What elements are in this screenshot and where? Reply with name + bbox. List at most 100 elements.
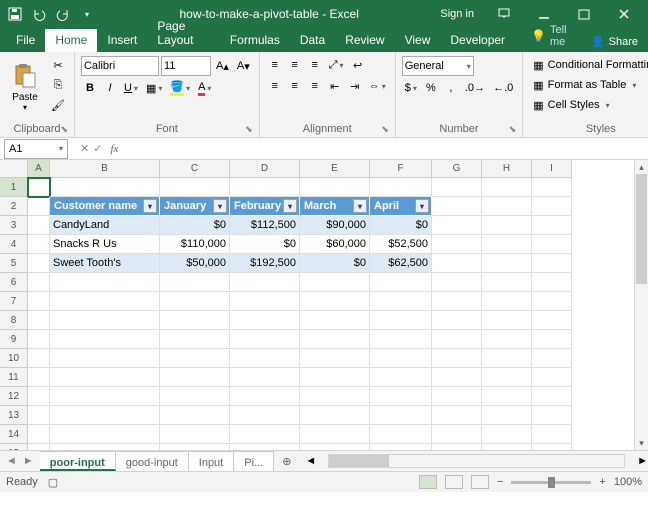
cell[interactable] <box>432 444 482 450</box>
cell[interactable] <box>300 387 370 406</box>
align-left-icon[interactable]: ≡ <box>266 77 284 95</box>
cell[interactable] <box>432 330 482 349</box>
cell[interactable] <box>160 330 230 349</box>
increase-indent-icon[interactable]: ⇥ <box>346 77 364 95</box>
cell[interactable] <box>28 349 50 368</box>
cell[interactable] <box>28 273 50 292</box>
cell-value[interactable]: $0 <box>160 216 230 235</box>
formula-input[interactable] <box>124 139 648 159</box>
cell[interactable] <box>160 273 230 292</box>
increase-decimal-icon[interactable]: .0→ <box>462 79 488 97</box>
cell[interactable] <box>482 178 532 197</box>
cell[interactable] <box>370 292 432 311</box>
row-header-6[interactable]: 6 <box>0 273 28 292</box>
share-button[interactable]: 👤 Share <box>581 31 648 52</box>
cell-value[interactable]: $52,500 <box>370 235 432 254</box>
cell[interactable] <box>370 178 432 197</box>
redo-icon[interactable] <box>52 3 74 25</box>
cell-customer[interactable]: Snacks R Us <box>50 235 160 254</box>
row-header-8[interactable]: 8 <box>0 311 28 330</box>
cell[interactable] <box>370 444 432 450</box>
zoom-out-button[interactable]: − <box>497 476 503 488</box>
cell[interactable] <box>160 425 230 444</box>
column-header-I[interactable]: I <box>532 160 572 178</box>
table-header-customer-name[interactable]: Customer name▾ <box>50 197 160 216</box>
view-normal-icon[interactable] <box>419 475 437 489</box>
cell[interactable] <box>50 406 160 425</box>
cell[interactable] <box>432 368 482 387</box>
cell[interactable] <box>432 406 482 425</box>
cell[interactable] <box>160 444 230 450</box>
comma-icon[interactable]: , <box>442 79 460 97</box>
cell[interactable] <box>28 197 50 216</box>
percent-icon[interactable]: % <box>422 79 440 97</box>
cell[interactable] <box>300 406 370 425</box>
column-header-G[interactable]: G <box>432 160 482 178</box>
cell-customer[interactable]: CandyLand <box>50 216 160 235</box>
tab-page-layout[interactable]: Page Layout <box>147 15 219 52</box>
table-header-april[interactable]: April▾ <box>370 197 432 216</box>
cell[interactable] <box>532 235 572 254</box>
bold-button[interactable]: B <box>81 79 99 97</box>
cell[interactable] <box>50 273 160 292</box>
cell[interactable] <box>230 387 300 406</box>
cell[interactable] <box>482 349 532 368</box>
cell[interactable] <box>160 368 230 387</box>
cell[interactable] <box>370 406 432 425</box>
column-header-C[interactable]: C <box>160 160 230 178</box>
row-header-14[interactable]: 14 <box>0 425 28 444</box>
font-color-button[interactable]: A▾ <box>195 79 214 97</box>
cell[interactable] <box>50 311 160 330</box>
zoom-in-button[interactable]: + <box>599 476 605 488</box>
cell[interactable] <box>532 254 572 273</box>
cell[interactable] <box>532 197 572 216</box>
tab-review[interactable]: Review <box>335 29 394 52</box>
table-header-february[interactable]: February▾ <box>230 197 300 216</box>
cell[interactable] <box>50 368 160 387</box>
save-icon[interactable] <box>4 3 26 25</box>
sheet-tab-poor-input[interactable]: poor-input <box>40 451 116 471</box>
cell[interactable] <box>28 216 50 235</box>
cell[interactable] <box>50 349 160 368</box>
zoom-slider[interactable] <box>511 481 591 484</box>
filter-button[interactable]: ▾ <box>283 199 297 213</box>
cell[interactable] <box>432 235 482 254</box>
cell[interactable] <box>482 330 532 349</box>
cell[interactable] <box>28 254 50 273</box>
cell[interactable] <box>50 444 160 450</box>
scroll-up-icon[interactable]: ▴ <box>635 160 648 174</box>
cell[interactable] <box>532 387 572 406</box>
cell-value[interactable]: $0 <box>300 254 370 273</box>
cell[interactable] <box>482 292 532 311</box>
row-header-11[interactable]: 11 <box>0 368 28 387</box>
increase-font-icon[interactable]: A▴ <box>213 57 232 75</box>
alignment-launcher-icon[interactable]: ⬊ <box>381 124 389 135</box>
cell[interactable] <box>230 330 300 349</box>
cell[interactable] <box>370 330 432 349</box>
cell[interactable] <box>432 292 482 311</box>
cell[interactable] <box>300 349 370 368</box>
font-name-combo[interactable] <box>81 56 159 76</box>
hscroll-left-icon[interactable]: ◄ <box>305 455 316 467</box>
cell[interactable] <box>432 216 482 235</box>
enter-formula-icon[interactable]: ✓ <box>93 142 102 155</box>
tab-formulas[interactable]: Formulas <box>220 29 290 52</box>
font-launcher-icon[interactable]: ⬊ <box>245 124 253 135</box>
cell-styles-button[interactable]: ▦ Cell Styles▾ <box>529 96 648 114</box>
sheet-tab-pi[interactable]: Pi... <box>234 451 274 471</box>
paste-button[interactable]: Paste ▾ <box>6 56 44 118</box>
fx-icon[interactable]: fx <box>110 143 118 155</box>
cell[interactable] <box>482 235 532 254</box>
align-bottom-icon[interactable]: ≡ <box>306 56 324 74</box>
cell[interactable] <box>532 349 572 368</box>
cell-A1[interactable] <box>28 178 50 197</box>
cell[interactable] <box>28 387 50 406</box>
row-header-13[interactable]: 13 <box>0 406 28 425</box>
table-header-march[interactable]: March▾ <box>300 197 370 216</box>
row-header-2[interactable]: 2 <box>0 197 28 216</box>
align-right-icon[interactable]: ≡ <box>306 77 324 95</box>
scroll-down-icon[interactable]: ▾ <box>635 436 648 450</box>
filter-button[interactable]: ▾ <box>353 199 367 213</box>
tab-file[interactable]: File <box>6 29 45 52</box>
cell[interactable] <box>160 292 230 311</box>
